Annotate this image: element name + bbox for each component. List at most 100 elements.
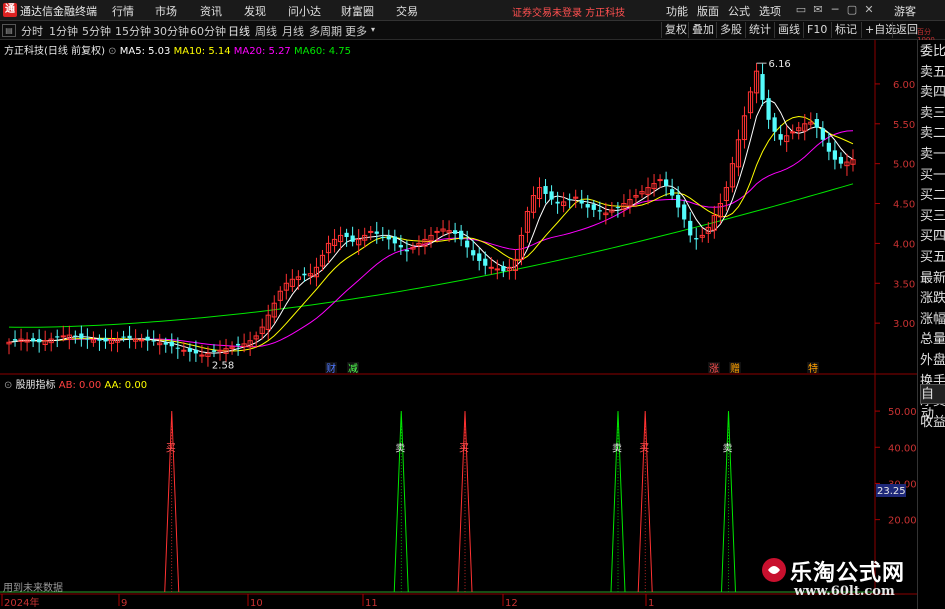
date-axis: 2024年 9 10 11 12 1 bbox=[1, 594, 654, 609]
ma5-path bbox=[8, 99, 854, 354]
candle-body bbox=[175, 347, 180, 349]
stock-title[interactable]: 方正科技(日线 前复权) bbox=[4, 46, 105, 57]
indicator-header: ⊙ 股朋指标 AB: 0.00 AA: 0.00 bbox=[4, 376, 147, 391]
candle-body bbox=[386, 236, 391, 240]
signal-label: 卖 bbox=[395, 442, 405, 454]
candle-body bbox=[380, 236, 385, 238]
price-tick-label: 5.00 bbox=[893, 160, 915, 171]
candle-body bbox=[483, 258, 488, 266]
ma5-line bbox=[8, 99, 854, 354]
main-chart-header: 方正科技(日线 前复权) ⊙ MA5: 5.03 MA10: 5.14 MA20… bbox=[4, 42, 351, 57]
aa-label: AA: 0.00 bbox=[104, 380, 148, 391]
candle-body bbox=[73, 335, 78, 337]
event-tag: 赠 bbox=[730, 362, 740, 375]
candle-body bbox=[555, 201, 560, 204]
candle-body bbox=[55, 336, 60, 338]
candle-body bbox=[374, 231, 379, 234]
candle-body bbox=[350, 235, 355, 242]
candle-body bbox=[344, 232, 349, 238]
candle-body bbox=[392, 236, 397, 244]
candle-body bbox=[103, 337, 108, 342]
candle-body bbox=[597, 210, 602, 212]
watermark: 乐淘公式网 www.60lt.com bbox=[760, 555, 920, 603]
signal-label: 买 bbox=[166, 442, 176, 454]
candle-body bbox=[549, 191, 554, 200]
candle-body bbox=[670, 189, 675, 196]
side-item[interactable]: 涨跌 bbox=[920, 289, 945, 309]
current-value: 23.25 bbox=[877, 486, 906, 497]
candle-body bbox=[543, 186, 548, 194]
candle-body bbox=[434, 230, 440, 233]
side-item[interactable]: 买三 bbox=[920, 207, 945, 227]
watermark-url: www.60lt.com bbox=[794, 584, 895, 599]
side-item[interactable]: 总量 bbox=[920, 330, 945, 350]
candle-body bbox=[163, 342, 168, 345]
side-item[interactable]: 卖二 bbox=[920, 124, 945, 144]
candle-body bbox=[694, 238, 699, 240]
side-item[interactable]: 买二 bbox=[920, 186, 945, 206]
side-item[interactable]: 卖一 bbox=[920, 145, 945, 165]
side-item[interactable]: 涨幅 bbox=[920, 310, 945, 330]
candle-body bbox=[501, 265, 506, 272]
candle-body bbox=[838, 156, 844, 164]
indicator-tick-label: 40.00 bbox=[888, 443, 917, 454]
candle-body bbox=[404, 249, 409, 252]
candle-body bbox=[217, 349, 223, 352]
candle-body bbox=[139, 339, 145, 342]
candle-body bbox=[187, 348, 192, 352]
price-tick-label: 4.00 bbox=[893, 239, 915, 250]
high-label: 6.16 bbox=[769, 59, 791, 70]
kline-chart[interactable]: 6.16 2.58 6.00 5.50 5.00 4.50 4.00 3.50 3.00 百分 1… bbox=[0, 0, 945, 609]
candle-body bbox=[760, 74, 765, 100]
side-item[interactable]: 卖三 bbox=[920, 104, 945, 124]
side-item[interactable]: 买五 bbox=[920, 248, 945, 268]
candle-body bbox=[37, 338, 42, 343]
candle-body bbox=[12, 339, 18, 341]
price-tick-label: 5.50 bbox=[893, 120, 915, 131]
ma20-label: MA20: 5.27 bbox=[233, 46, 291, 57]
signal-label: 买 bbox=[639, 442, 649, 454]
side-item[interactable]: 最新 bbox=[920, 269, 945, 289]
side-item[interactable]: 卖五 bbox=[920, 63, 945, 83]
candle-body bbox=[772, 117, 777, 132]
side-item[interactable]: 卖四 bbox=[920, 83, 945, 103]
candle-body bbox=[127, 335, 132, 339]
event-tags: 财减 涨赠 特 bbox=[325, 362, 819, 375]
candle-body bbox=[494, 268, 500, 271]
candle-body bbox=[471, 250, 476, 256]
event-tag: 减 bbox=[348, 363, 358, 375]
price-tick-label: 3.00 bbox=[893, 319, 915, 330]
side-item[interactable]: 外盘 bbox=[920, 351, 945, 371]
candle-body bbox=[97, 338, 102, 341]
candle-body bbox=[657, 179, 663, 182]
axis-unit-label: 百分 bbox=[917, 27, 931, 36]
settings-icon[interactable]: ⊙ bbox=[108, 46, 120, 57]
ma60-label: MA60: 4.75 bbox=[293, 46, 351, 57]
side-item[interactable]: 买一 bbox=[920, 166, 945, 186]
side-item[interactable]: 买四 bbox=[920, 227, 945, 247]
candle-body bbox=[211, 350, 217, 352]
indicator-settings-icon[interactable]: ⊙ bbox=[4, 380, 16, 391]
candle-body bbox=[579, 200, 584, 204]
candle-body bbox=[169, 341, 174, 347]
ma5-label: MA5: 5.03 bbox=[119, 46, 171, 57]
candle-body bbox=[151, 340, 156, 342]
price-tick-label: 4.50 bbox=[893, 200, 915, 211]
ab-label: AB: 0.00 bbox=[58, 380, 102, 391]
indicator-tick-label: 20.00 bbox=[888, 516, 917, 527]
side-item[interactable]: 自动 bbox=[920, 384, 945, 422]
candle-body bbox=[615, 207, 620, 209]
candle-body bbox=[459, 230, 464, 240]
indicator-name[interactable]: 股朋指标 bbox=[16, 380, 56, 391]
signal-label: 卖 bbox=[612, 442, 622, 454]
side-item[interactable]: 委比 bbox=[920, 42, 945, 62]
candle-body bbox=[676, 194, 681, 208]
date-label: 9 bbox=[121, 598, 127, 609]
price-tick-label: 6.00 bbox=[893, 80, 915, 91]
candle-body bbox=[79, 333, 84, 339]
date-label: 1 bbox=[648, 598, 654, 609]
signal-label: 买 bbox=[459, 442, 469, 454]
candle-body bbox=[820, 128, 825, 140]
candle-body bbox=[465, 240, 470, 248]
event-tag: 特 bbox=[808, 363, 818, 375]
